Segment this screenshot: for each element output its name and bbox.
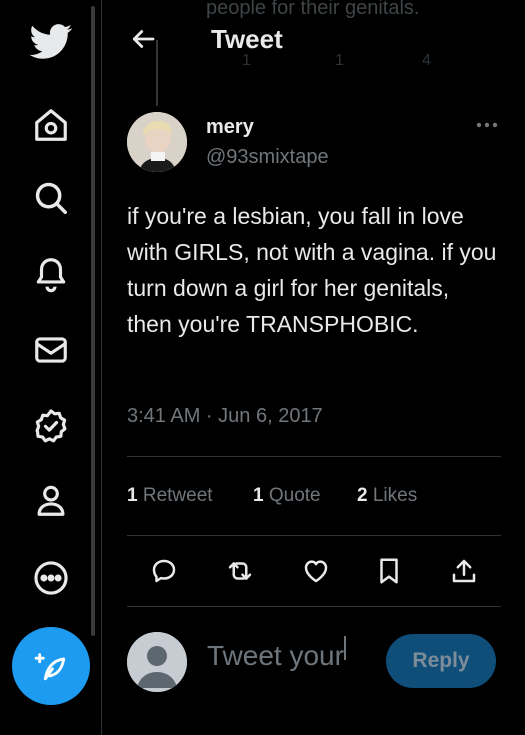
back-arrow-icon[interactable]	[128, 24, 158, 54]
like-heart-icon[interactable]	[299, 554, 333, 588]
divider	[127, 535, 501, 536]
sidebar-scrollbar[interactable]	[91, 6, 95, 636]
author-display-name[interactable]: mery	[206, 116, 254, 139]
home-icon[interactable]	[25, 99, 77, 151]
notifications-bell-icon[interactable]	[25, 248, 77, 300]
more-options-icon[interactable]	[474, 116, 500, 134]
retweet-icon[interactable]	[223, 554, 257, 588]
page-title: Tweet	[211, 24, 283, 54]
author-handle[interactable]: @93smixtape	[206, 146, 329, 169]
bookmark-icon[interactable]	[372, 554, 406, 588]
sidebar-nav	[0, 0, 101, 735]
tweet-timestamp[interactable]: 3:41 AM · Jun 6, 2017	[127, 405, 323, 428]
search-icon[interactable]	[25, 172, 77, 224]
text-caret	[343, 636, 346, 660]
tweet-text: if you're a lesbian, you fall in love wi…	[127, 203, 497, 337]
divider	[127, 606, 501, 607]
user-avatar[interactable]	[127, 632, 187, 692]
reply-icon[interactable]	[147, 554, 181, 588]
reply-placeholder: Tweet your	[207, 640, 344, 671]
retweets-stat[interactable]: 1 Retweet	[127, 485, 213, 507]
tweet-detail-column: people for their genitals. 1 1 4 Tweet m…	[102, 0, 525, 735]
compose-tweet-button[interactable]	[12, 627, 90, 705]
reply-input[interactable]: Tweet your	[207, 636, 346, 672]
profile-person-icon[interactable]	[25, 474, 77, 526]
twitter-logo-icon[interactable]	[25, 16, 77, 68]
tweet-actions	[127, 548, 501, 596]
author-avatar[interactable]	[127, 112, 187, 172]
more-circle-icon[interactable]	[25, 552, 77, 604]
likes-stat[interactable]: 2 Likes	[357, 485, 417, 507]
share-icon[interactable]	[447, 554, 481, 588]
compose-feather-icon	[34, 653, 66, 681]
header-bar: Tweet	[102, 14, 525, 66]
messages-envelope-icon[interactable]	[25, 324, 77, 376]
reply-button[interactable]: Reply	[386, 634, 496, 688]
verified-badge-icon[interactable]	[25, 400, 77, 452]
quotes-stat[interactable]: 1 Quote	[253, 485, 321, 507]
divider	[127, 456, 501, 457]
